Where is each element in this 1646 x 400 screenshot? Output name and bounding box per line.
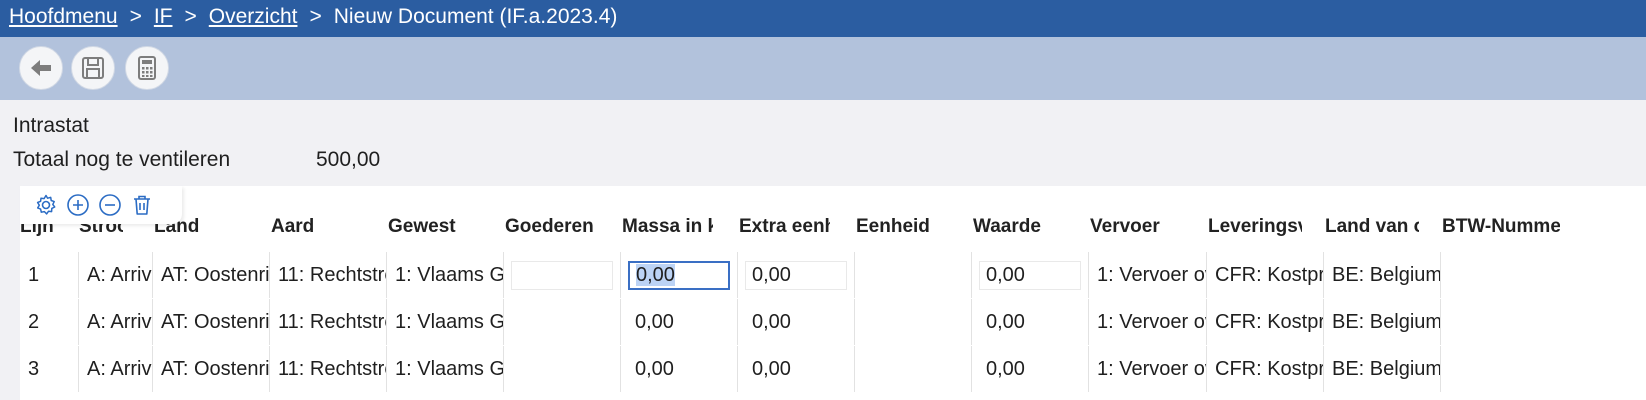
cell-goederen[interactable] bbox=[503, 346, 620, 392]
cell-btw-nummer[interactable] bbox=[1440, 252, 1646, 298]
total-value: 500,00 bbox=[316, 148, 381, 171]
waarde-input[interactable]: 0,00 bbox=[979, 261, 1081, 290]
cell-land[interactable]: AT: Oostenrij bbox=[152, 346, 269, 392]
column-header-aard[interactable]: Aard bbox=[271, 215, 381, 251]
column-header-land-oorsprong[interactable]: Land van o bbox=[1325, 215, 1419, 251]
column-header-goederen[interactable]: Goederen bbox=[505, 215, 615, 251]
goederen-input[interactable] bbox=[511, 261, 613, 290]
cell-eenheid[interactable] bbox=[854, 299, 971, 345]
massa-input-value: 0,00 bbox=[636, 264, 675, 286]
intrastat-grid: Lijn Stroo Land Aard Gewest Goederen Mas… bbox=[20, 186, 1646, 400]
cell-land-oorsprong[interactable]: BE: Belgium bbox=[1323, 346, 1440, 392]
column-header-levering[interactable]: Leveringsv bbox=[1208, 215, 1302, 251]
column-header-waarde[interactable]: Waarde bbox=[973, 215, 1083, 251]
breadcrumb-current: Nieuw Document (IF.a.2023.4) bbox=[333, 5, 618, 28]
calculator-button[interactable] bbox=[125, 46, 169, 90]
cell-levering[interactable]: CFR: Kostprij bbox=[1206, 252, 1323, 298]
breadcrumb-separator: > bbox=[184, 5, 197, 28]
column-header-gewest[interactable]: Gewest bbox=[388, 215, 498, 251]
save-button[interactable] bbox=[71, 46, 115, 90]
add-row-button[interactable] bbox=[66, 193, 90, 217]
cell-extra-eenheid[interactable]: 0,00 bbox=[737, 299, 854, 345]
cell-eenheid[interactable] bbox=[854, 346, 971, 392]
section-title: Intrastat bbox=[13, 114, 89, 137]
column-header-massa[interactable]: Massa in k bbox=[622, 215, 713, 251]
cell-extra-eenheid[interactable]: 0,00 bbox=[737, 346, 854, 392]
cell-gewest[interactable]: 1: Vlaams Ge bbox=[386, 299, 503, 345]
cell-vervoer[interactable]: 1: Vervoer ov bbox=[1088, 252, 1206, 298]
breadcrumb-separator: > bbox=[309, 5, 322, 28]
cell-waarde[interactable]: 0,00 bbox=[971, 299, 1088, 345]
cell-waarde[interactable]: 0,00 bbox=[971, 346, 1088, 392]
toolbar bbox=[0, 37, 1646, 100]
add-icon bbox=[67, 194, 89, 216]
grid-toolbar bbox=[20, 186, 182, 224]
cell-lijn: 1 bbox=[28, 264, 40, 286]
cell-goederen bbox=[503, 252, 620, 298]
column-header-btw-nummer[interactable]: BTW-Nummer bbox=[1442, 215, 1560, 251]
cell-gewest[interactable]: 1: Vlaams Ge bbox=[386, 252, 503, 298]
back-icon bbox=[31, 60, 51, 76]
cell-massa: 0,00 bbox=[620, 252, 737, 298]
cell-land-oorsprong[interactable]: BE: Belgium bbox=[1323, 299, 1440, 345]
cell-levering[interactable]: CFR: Kostprij bbox=[1206, 299, 1323, 345]
cell-vervoer[interactable]: 1: Vervoer ov bbox=[1088, 346, 1206, 392]
breadcrumb-link-if[interactable]: IF bbox=[154, 5, 173, 28]
total-label: Totaal nog te ventileren bbox=[13, 148, 231, 171]
breadcrumb-bar: Hoofdmenu > IF > Overzicht > Nieuw Document (I… bbox=[0, 0, 1646, 37]
massa-input[interactable]: 0,00 bbox=[628, 261, 730, 290]
cell-btw-nummer[interactable] bbox=[1440, 346, 1646, 392]
back-button[interactable] bbox=[19, 46, 63, 90]
breadcrumb-separator: > bbox=[129, 5, 142, 28]
calculator-icon bbox=[138, 56, 156, 80]
delete-icon bbox=[134, 195, 150, 215]
cell-massa[interactable]: 0,00 bbox=[620, 299, 737, 345]
remove-icon bbox=[99, 194, 121, 216]
cell-vervoer[interactable]: 1: Vervoer ov bbox=[1088, 299, 1206, 345]
cell-lijn: 2 bbox=[28, 311, 40, 333]
breadcrumb-link-overzicht[interactable]: Overzicht bbox=[209, 5, 298, 28]
cell-land[interactable]: AT: Oostenrij bbox=[152, 252, 269, 298]
settings-button[interactable] bbox=[34, 193, 58, 217]
breadcrumb-link-hoofdmenu[interactable]: Hoofdmenu bbox=[9, 5, 118, 28]
settings-icon bbox=[36, 194, 56, 215]
cell-waarde: 0,00 bbox=[971, 252, 1088, 298]
cell-land-oorsprong[interactable]: BE: Belgium bbox=[1323, 252, 1440, 298]
column-header-vervoer[interactable]: Vervoer bbox=[1090, 215, 1200, 251]
delete-button[interactable] bbox=[130, 193, 154, 217]
save-icon bbox=[82, 57, 104, 79]
cell-aard[interactable]: 11: Rechtstre bbox=[269, 299, 386, 345]
cell-extra-eenheid: 0,00 bbox=[737, 252, 854, 298]
remove-row-button[interactable] bbox=[98, 193, 122, 217]
cell-levering[interactable]: CFR: Kostprij bbox=[1206, 346, 1323, 392]
cell-eenheid[interactable] bbox=[854, 252, 971, 298]
cell-massa[interactable]: 0,00 bbox=[620, 346, 737, 392]
cell-lijn: 3 bbox=[28, 358, 40, 380]
cell-stroom[interactable]: A: Arriva bbox=[78, 299, 152, 345]
cell-land[interactable]: AT: Oostenrij bbox=[152, 299, 269, 345]
cell-gewest[interactable]: 1: Vlaams Ge bbox=[386, 346, 503, 392]
cell-btw-nummer[interactable] bbox=[1440, 299, 1646, 345]
breadcrumb: Hoofdmenu > IF > Overzicht > Nieuw Document (I… bbox=[9, 0, 617, 34]
cell-goederen[interactable] bbox=[503, 299, 620, 345]
cell-stroom[interactable]: A: Arriva bbox=[78, 346, 152, 392]
extra-eenheid-input[interactable]: 0,00 bbox=[745, 261, 847, 290]
cell-aard[interactable]: 11: Rechtstre bbox=[269, 346, 386, 392]
column-header-eenheid[interactable]: Eenheid bbox=[856, 215, 966, 251]
cell-aard[interactable]: 11: Rechtstre bbox=[269, 252, 386, 298]
column-header-extra-eenheid[interactable]: Extra eenh bbox=[739, 215, 830, 251]
cell-stroom[interactable]: A: Arriva bbox=[78, 252, 152, 298]
